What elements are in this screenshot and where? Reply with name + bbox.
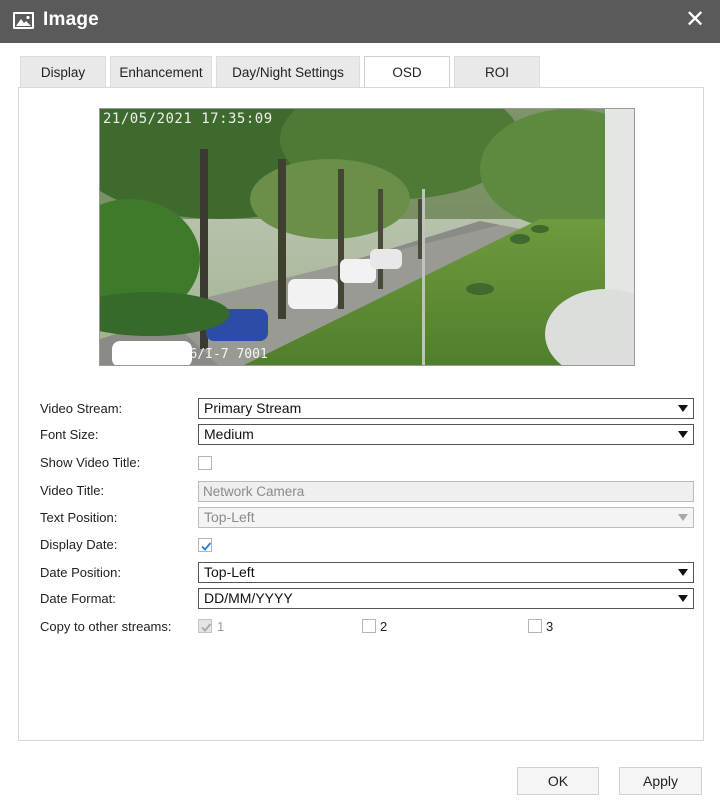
copy-stream-3-checkbox[interactable] <box>528 619 542 633</box>
video-title-placeholder: Network Camera <box>203 484 305 499</box>
dialog-title: Image <box>43 9 99 30</box>
apply-button[interactable]: Apply <box>619 767 702 795</box>
date-format-select[interactable]: DD/MM/YYYY <box>198 588 694 609</box>
date-position-label: Date Position: <box>40 565 121 580</box>
video-stream-select[interactable]: Primary Stream <box>198 398 694 419</box>
date-format-label: Date Format: <box>40 591 116 606</box>
text-position-label: Text Position: <box>40 510 118 525</box>
camera-scene-image <box>100 109 634 365</box>
osd-title-overlay: P246/I-7 7001 <box>166 347 268 362</box>
ok-button[interactable]: OK <box>517 767 599 795</box>
font-size-value: Medium <box>204 426 254 442</box>
show-video-title-checkbox[interactable] <box>198 456 212 470</box>
dropdown-arrow-icon <box>678 595 688 602</box>
font-size-label: Font Size: <box>40 427 99 442</box>
tab-enhancement[interactable]: Enhancement <box>110 56 212 88</box>
display-date-checkbox[interactable] <box>198 538 212 552</box>
tab-day-night-settings[interactable]: Day/Night Settings <box>216 56 360 88</box>
dropdown-arrow-icon <box>678 431 688 438</box>
video-stream-value: Primary Stream <box>204 400 302 416</box>
checkmark-icon <box>201 542 212 551</box>
copy-stream-1-checkbox <box>198 619 212 633</box>
show-video-title-label: Show Video Title: <box>40 455 141 470</box>
osd-date-overlay: 21/05/2021 17:35:09 <box>103 111 273 127</box>
date-position-select[interactable]: Top-Left <box>198 562 694 583</box>
display-date-label: Display Date: <box>40 537 118 552</box>
close-icon[interactable]: ✕ <box>684 8 706 32</box>
copy-stream-2-checkbox[interactable] <box>362 619 376 633</box>
dropdown-arrow-icon <box>678 514 688 521</box>
text-position-value: Top-Left <box>204 509 255 525</box>
copy-stream-3-label: 3 <box>546 619 554 634</box>
video-title-label: Video Title: <box>40 483 105 498</box>
font-size-select[interactable]: Medium <box>198 424 694 445</box>
video-title-input[interactable]: Network Camera <box>198 481 694 502</box>
date-position-value: Top-Left <box>204 564 255 580</box>
dropdown-arrow-icon <box>678 405 688 412</box>
video-stream-label: Video Stream: <box>40 401 123 416</box>
tab-display[interactable]: Display <box>20 56 106 88</box>
dialog-titlebar: Image ✕ <box>0 0 720 43</box>
camera-preview: 21/05/2021 17:35:09 P246/I-7 7001 <box>99 108 635 366</box>
copy-streams-label: Copy to other streams: <box>40 619 172 634</box>
dropdown-arrow-icon <box>678 569 688 576</box>
copy-stream-2-label: 2 <box>380 619 388 634</box>
text-position-select: Top-Left <box>198 507 694 528</box>
image-icon <box>13 12 34 29</box>
copy-stream-1-label: 1 <box>217 619 225 634</box>
tab-osd[interactable]: OSD <box>364 56 450 89</box>
date-format-value: DD/MM/YYYY <box>204 590 293 606</box>
tab-roi[interactable]: ROI <box>454 56 540 88</box>
checkmark-icon <box>201 623 212 632</box>
